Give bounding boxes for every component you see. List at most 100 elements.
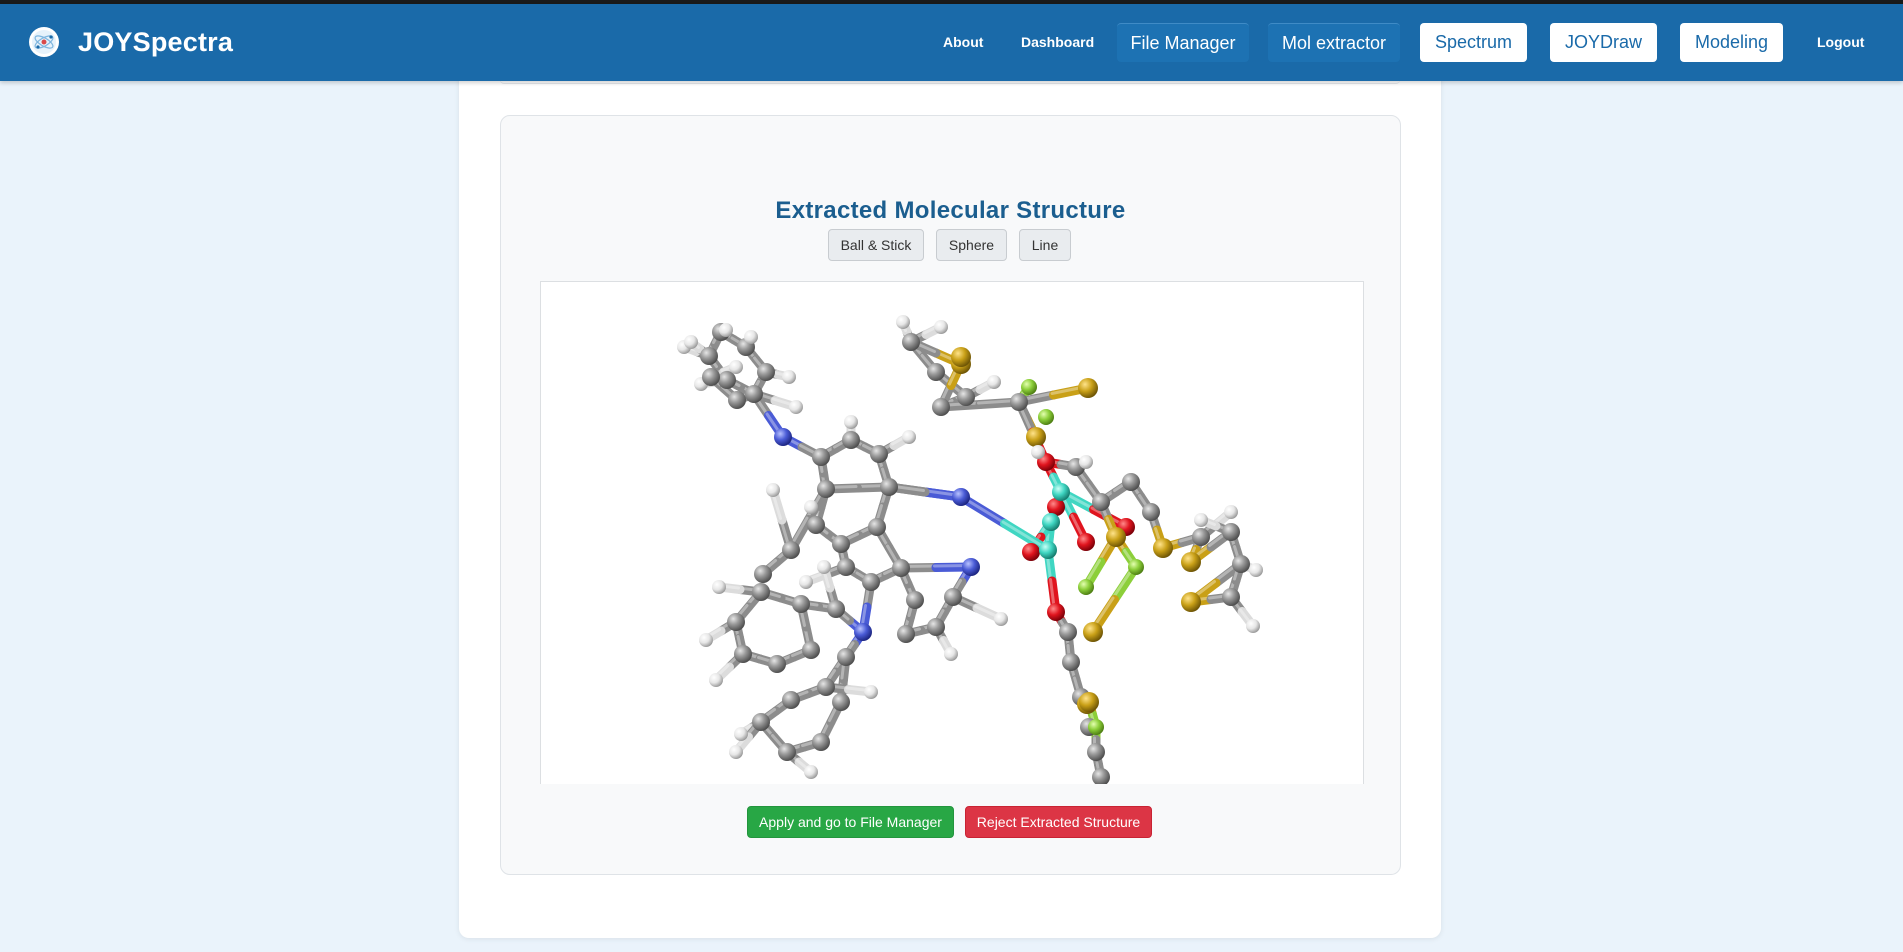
- atom: [812, 448, 830, 466]
- atom: [1062, 653, 1080, 671]
- atom: [1039, 541, 1057, 559]
- atom: [729, 745, 743, 759]
- atom: [799, 575, 813, 589]
- atom: [1222, 523, 1240, 541]
- atom: [837, 558, 855, 576]
- atom: [896, 315, 910, 329]
- nav-joydraw[interactable]: JOYDraw: [1550, 23, 1657, 62]
- atom: [727, 613, 745, 631]
- atom: [757, 363, 775, 381]
- atom: [862, 573, 880, 591]
- atom: [1192, 528, 1210, 546]
- atom: [817, 560, 831, 574]
- atom: [812, 733, 830, 751]
- nav-spectrum[interactable]: Spectrum: [1420, 23, 1527, 62]
- atom: [1031, 445, 1045, 459]
- atom: [927, 363, 945, 381]
- atom: [789, 400, 803, 414]
- atom: [1077, 533, 1095, 551]
- atom: [868, 518, 886, 536]
- atom: [804, 500, 818, 514]
- navbar: JOYSpectra About Dashboard File Manager …: [0, 4, 1903, 81]
- atom: [1059, 623, 1077, 641]
- atom: [842, 431, 860, 449]
- atom: [1194, 513, 1208, 527]
- atom: [1153, 538, 1173, 558]
- atom: [1249, 563, 1263, 577]
- atom: [792, 595, 810, 613]
- atom: [944, 647, 958, 661]
- atom: [1246, 619, 1260, 633]
- atom: [817, 678, 835, 696]
- brand-name: JOYSpectra: [78, 26, 234, 57]
- brand[interactable]: JOYSpectra: [28, 26, 233, 58]
- atom: [1181, 552, 1201, 572]
- atom: [870, 445, 888, 463]
- atom: [1038, 409, 1054, 425]
- atom: [1222, 588, 1240, 606]
- atom: [729, 360, 743, 374]
- nav-about[interactable]: About: [943, 34, 983, 50]
- atom: [734, 727, 748, 741]
- atom: [745, 385, 763, 403]
- atom: [902, 333, 920, 351]
- atom: [754, 565, 772, 583]
- atom: [1122, 473, 1140, 491]
- atom: [752, 713, 770, 731]
- nav-file-manager[interactable]: File Manager: [1117, 23, 1249, 62]
- atom: [1042, 513, 1060, 531]
- nav-modeling[interactable]: Modeling: [1680, 23, 1783, 62]
- atom: [1026, 427, 1046, 447]
- atom: [702, 368, 720, 386]
- atom: [802, 641, 820, 659]
- nav-logout[interactable]: Logout: [1817, 34, 1864, 50]
- atom: [906, 591, 924, 609]
- atom: [1052, 483, 1070, 501]
- atom: [700, 347, 718, 365]
- atom: [712, 580, 726, 594]
- nav-mol-extractor[interactable]: Mol extractor: [1268, 23, 1400, 62]
- atom: [832, 535, 850, 553]
- atom: [1078, 579, 1094, 595]
- atom: [1087, 743, 1105, 761]
- atom: [1021, 379, 1037, 395]
- atom: [987, 375, 1001, 389]
- atom: [782, 370, 796, 384]
- atom: [1078, 378, 1098, 398]
- sphere-button[interactable]: Sphere: [936, 229, 1007, 261]
- ball-stick-button[interactable]: Ball & Stick: [828, 229, 924, 261]
- atom: [957, 388, 975, 406]
- atom: [709, 673, 723, 687]
- atom: [1010, 393, 1028, 411]
- atom: [774, 428, 792, 446]
- atom: [684, 335, 698, 349]
- line-button[interactable]: Line: [1019, 229, 1071, 261]
- atom: [864, 685, 878, 699]
- reject-structure-button[interactable]: Reject Extracted Structure: [965, 806, 1152, 838]
- atom: [880, 478, 898, 496]
- atom: [1181, 592, 1201, 612]
- atom: [897, 625, 915, 643]
- atom: [1092, 493, 1110, 511]
- nav-dashboard[interactable]: Dashboard: [1021, 34, 1094, 50]
- atom: [1022, 543, 1040, 561]
- atom: [854, 623, 872, 641]
- atom: [892, 559, 910, 577]
- atom: [1079, 692, 1099, 712]
- atom: [932, 398, 950, 416]
- atom: [1142, 503, 1160, 521]
- atom: [734, 645, 752, 663]
- atom: [728, 391, 746, 409]
- atom: [807, 516, 825, 534]
- molecule-viewer[interactable]: [540, 281, 1364, 784]
- atom: [1224, 505, 1238, 519]
- atom: [782, 541, 800, 559]
- atom: [944, 588, 962, 606]
- atom: [902, 430, 916, 444]
- molecule-3d-render[interactable]: [541, 282, 1364, 784]
- atom: [699, 633, 713, 647]
- atom: [1088, 719, 1104, 735]
- apply-go-file-manager-button[interactable]: Apply and go to File Manager: [747, 806, 954, 838]
- atom-icon: [29, 27, 59, 57]
- atom: [719, 323, 733, 337]
